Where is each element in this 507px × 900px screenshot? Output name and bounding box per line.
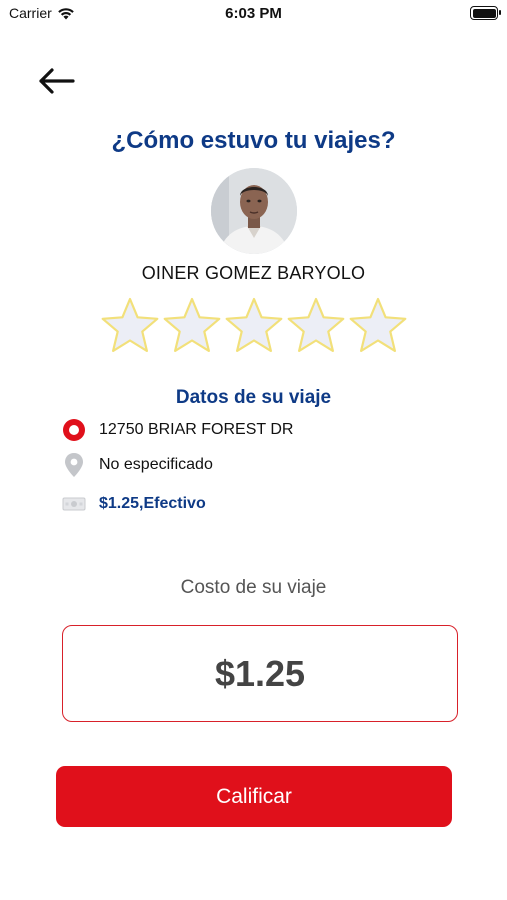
trip-payment-row: $1.25,Efectivo [62,491,206,517]
star-icon[interactable] [286,296,346,354]
trip-origin: 12750 BRIAR FOREST DR [99,421,294,438]
destination-pin-icon [62,453,86,477]
trip-payment: $1.25,Efectivo [99,495,206,512]
rate-button[interactable]: Calificar [56,766,452,827]
avatar-photo [211,168,297,254]
star-icon[interactable] [100,296,160,354]
star-icon[interactable] [224,296,284,354]
status-time: 6:03 PM [225,5,282,22]
origin-pin-icon [62,418,86,442]
arrow-left-icon [39,68,75,94]
trip-origin-row: 12750 BRIAR FOREST DR [62,417,293,443]
driver-avatar [211,168,297,254]
cost-box: $1.25 [62,625,458,722]
star-icon[interactable] [162,296,222,354]
star-icon[interactable] [348,296,408,354]
battery-icon [470,6,501,20]
cash-icon [62,492,86,516]
star-rating [100,296,408,356]
trip-destination-row: No especificado [62,452,213,478]
driver-name: OINER GOMEZ BARYOLO [141,263,366,283]
cost-label: Costo de su viaje [180,577,327,598]
status-bar: Carrier 6:03 PM [0,0,507,28]
trip-details-title: Datos de su viaje [175,387,332,408]
cost-value: $1.25 [214,652,306,694]
page-title: ¿Cómo estuvo tu viajes? [111,127,396,154]
back-button[interactable] [36,64,76,98]
trip-destination: No especificado [99,456,213,473]
